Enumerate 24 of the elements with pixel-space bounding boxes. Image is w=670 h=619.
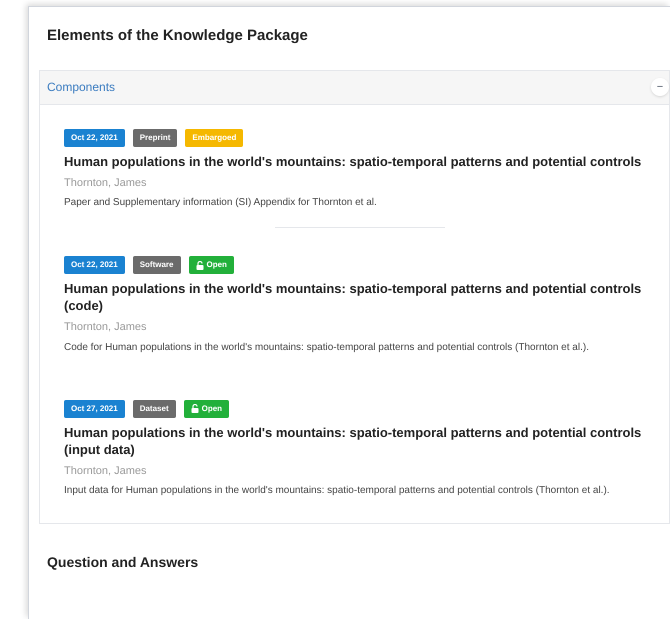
unlock-icon — [190, 404, 199, 413]
item-title[interactable]: Human populations in the world's mountains: spatio-temporal patterns and potential controls — [64, 152, 655, 170]
item-description: Paper and Supplementary information (SI) Appendix for Thornton et al. — [64, 196, 378, 210]
type-badge: Dataset — [132, 400, 176, 418]
author-name: Thornton, James — [64, 176, 147, 190]
date-badge: Oct 27, 2021 — [64, 400, 125, 418]
access-badge: Embargoed — [185, 128, 244, 146]
item-description: Code for Human populations in the world's mountains: spatio-temporal patterns and potential controls (Thornton et al.). — [64, 340, 590, 354]
author-name: Thornton, James — [64, 464, 147, 478]
section-title: Question and Answers — [47, 553, 198, 572]
type-badge: Preprint — [132, 128, 178, 146]
item-title[interactable]: Human populations in the world's mountains: spatio-temporal patterns and potential controls (input data) — [64, 424, 655, 458]
collapse-button[interactable]: − — [651, 78, 669, 96]
date-badge: Oct 22, 2021 — [64, 128, 125, 146]
item-description: Input data for Human populations in the world's mountains: spatio-temporal patterns and potential controls (Thornton et al.). — [64, 484, 611, 498]
date-badge: Oct 22, 2021 — [64, 256, 125, 274]
panel-heading: Components — [47, 79, 116, 96]
access-badge: Open — [184, 400, 230, 418]
author-name: Thornton, James — [64, 320, 147, 335]
unlock-icon — [196, 260, 204, 270]
type-badge: Software — [132, 256, 180, 274]
access-badge: Open — [188, 256, 234, 274]
item-title[interactable]: Human populations in the world's mountains: spatio-temporal patterns and potential controls (code) — [64, 280, 655, 314]
section-title: Elements of the Knowledge Package — [47, 26, 308, 46]
